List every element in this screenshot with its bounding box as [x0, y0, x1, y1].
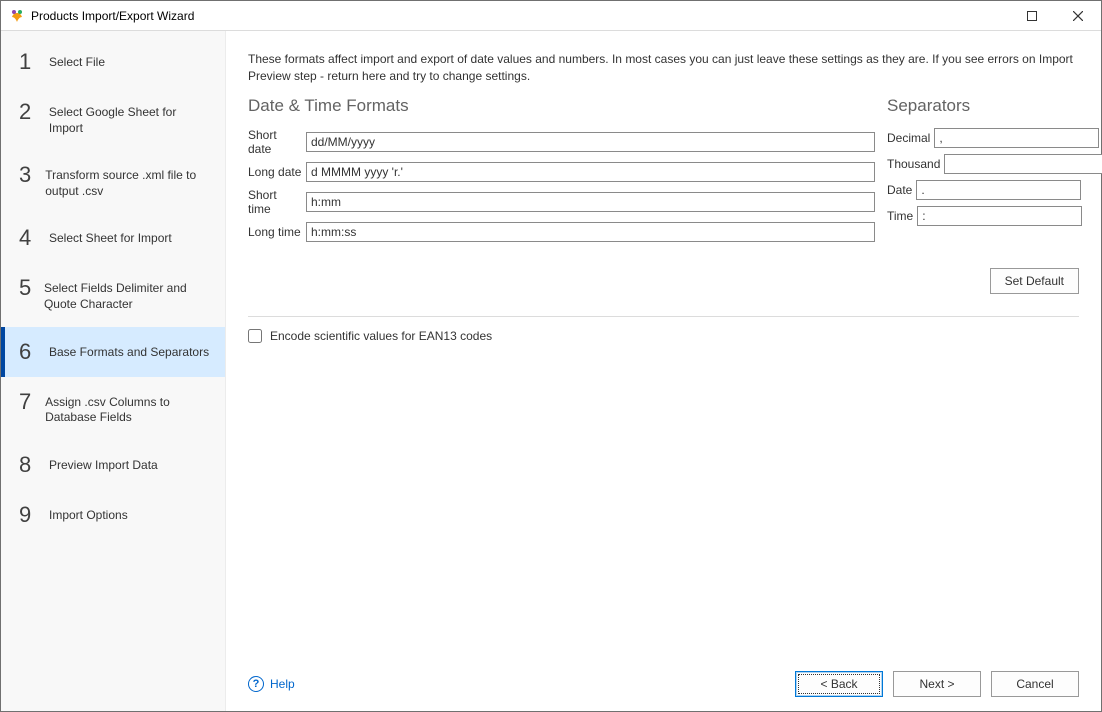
step-number: 5: [19, 277, 32, 299]
window-controls: [1009, 1, 1101, 30]
step-delimiter[interactable]: 5 Select Fields Delimiter and Quote Char…: [1, 263, 225, 326]
step-select-google-sheet[interactable]: 2 Select Google Sheet for Import: [1, 87, 225, 150]
formats-area: Short date Long date Short time Long tim…: [248, 128, 1079, 248]
step-label: Transform source .xml file to output .cs…: [45, 164, 213, 199]
encode-checkbox[interactable]: [248, 329, 262, 343]
short-time-row: Short time: [248, 188, 875, 216]
time-sep-input[interactable]: [917, 206, 1082, 226]
next-button[interactable]: Next >: [893, 671, 981, 697]
close-button[interactable]: [1055, 1, 1101, 30]
decimal-input[interactable]: [934, 128, 1099, 148]
wizard-window: Products Import/Export Wizard 1 Select F…: [0, 0, 1102, 712]
close-icon: [1073, 11, 1083, 21]
short-date-row: Short date: [248, 128, 875, 156]
time-sep-row: Time: [887, 206, 1079, 226]
decimal-row: Decimal: [887, 128, 1079, 148]
short-date-label: Short date: [248, 128, 306, 156]
step-label: Select Sheet for Import: [49, 227, 172, 247]
step-number: 7: [19, 391, 33, 413]
short-time-label: Short time: [248, 188, 306, 216]
datetime-column: Short date Long date Short time Long tim…: [248, 128, 875, 248]
step-number: 4: [19, 227, 37, 249]
step-label: Base Formats and Separators: [49, 341, 209, 361]
footer: ? Help < Back Next > Cancel: [248, 659, 1079, 697]
step-label: Select Fields Delimiter and Quote Charac…: [44, 277, 213, 312]
step-label: Preview Import Data: [49, 454, 158, 474]
date-sep-row: Date: [887, 180, 1079, 200]
step-preview[interactable]: 8 Preview Import Data: [1, 440, 225, 490]
date-sep-label: Date: [887, 183, 916, 197]
help-icon: ?: [248, 676, 264, 692]
step-transform-xml[interactable]: 3 Transform source .xml file to output .…: [1, 150, 225, 213]
app-icon: [9, 8, 25, 24]
short-date-input[interactable]: [306, 132, 875, 152]
decimal-label: Decimal: [887, 131, 934, 145]
step-number: 2: [19, 101, 37, 123]
step-number: 1: [19, 51, 37, 73]
back-button[interactable]: < Back: [795, 671, 883, 697]
step-number: 8: [19, 454, 37, 476]
steps-sidebar: 1 Select File 2 Select Google Sheet for …: [1, 31, 226, 711]
step-assign-columns[interactable]: 7 Assign .csv Columns to Database Fields: [1, 377, 225, 440]
set-default-row: Set Default: [248, 268, 1079, 294]
step-select-file[interactable]: 1 Select File: [1, 37, 225, 87]
maximize-button[interactable]: [1009, 1, 1055, 30]
step-label: Assign .csv Columns to Database Fields: [45, 391, 213, 426]
encode-checkbox-row[interactable]: Encode scientific values for EAN13 codes: [248, 329, 1079, 343]
separators-column: Decimal Thousand Date Time: [887, 128, 1079, 248]
body: 1 Select File 2 Select Google Sheet for …: [1, 31, 1101, 711]
step-import-options[interactable]: 9 Import Options: [1, 490, 225, 540]
long-date-row: Long date: [248, 162, 875, 182]
help-link[interactable]: ? Help: [248, 676, 295, 692]
datetime-heading: Date & Time Formats: [248, 96, 409, 116]
titlebar: Products Import/Export Wizard: [1, 1, 1101, 31]
main-panel: These formats affect import and export o…: [226, 31, 1101, 711]
maximize-icon: [1027, 11, 1037, 21]
long-time-label: Long time: [248, 225, 306, 239]
step-label: Select File: [49, 51, 105, 71]
time-sep-label: Time: [887, 209, 917, 223]
long-time-input[interactable]: [306, 222, 875, 242]
long-date-input[interactable]: [306, 162, 875, 182]
encode-checkbox-label: Encode scientific values for EAN13 codes: [270, 329, 492, 343]
divider: [248, 316, 1079, 317]
step-base-formats[interactable]: 6 Base Formats and Separators: [1, 327, 225, 377]
thousand-row: Thousand: [887, 154, 1079, 174]
intro-text: These formats affect import and export o…: [248, 51, 1079, 86]
cancel-button[interactable]: Cancel: [991, 671, 1079, 697]
date-sep-input[interactable]: [916, 180, 1081, 200]
short-time-input[interactable]: [306, 192, 875, 212]
thousand-input[interactable]: [944, 154, 1102, 174]
step-number: 3: [19, 164, 33, 186]
thousand-label: Thousand: [887, 157, 944, 171]
long-time-row: Long time: [248, 222, 875, 242]
step-number: 9: [19, 504, 37, 526]
window-title: Products Import/Export Wizard: [31, 9, 194, 23]
long-date-label: Long date: [248, 165, 306, 179]
help-label: Help: [270, 677, 295, 691]
set-default-button[interactable]: Set Default: [990, 268, 1079, 294]
step-label: Import Options: [49, 504, 128, 524]
separators-heading: Separators: [887, 96, 1079, 116]
step-label: Select Google Sheet for Import: [49, 101, 213, 136]
step-select-sheet[interactable]: 4 Select Sheet for Import: [1, 213, 225, 263]
headings-row: Date & Time Formats Separators: [248, 96, 1079, 116]
step-number: 6: [19, 341, 37, 363]
